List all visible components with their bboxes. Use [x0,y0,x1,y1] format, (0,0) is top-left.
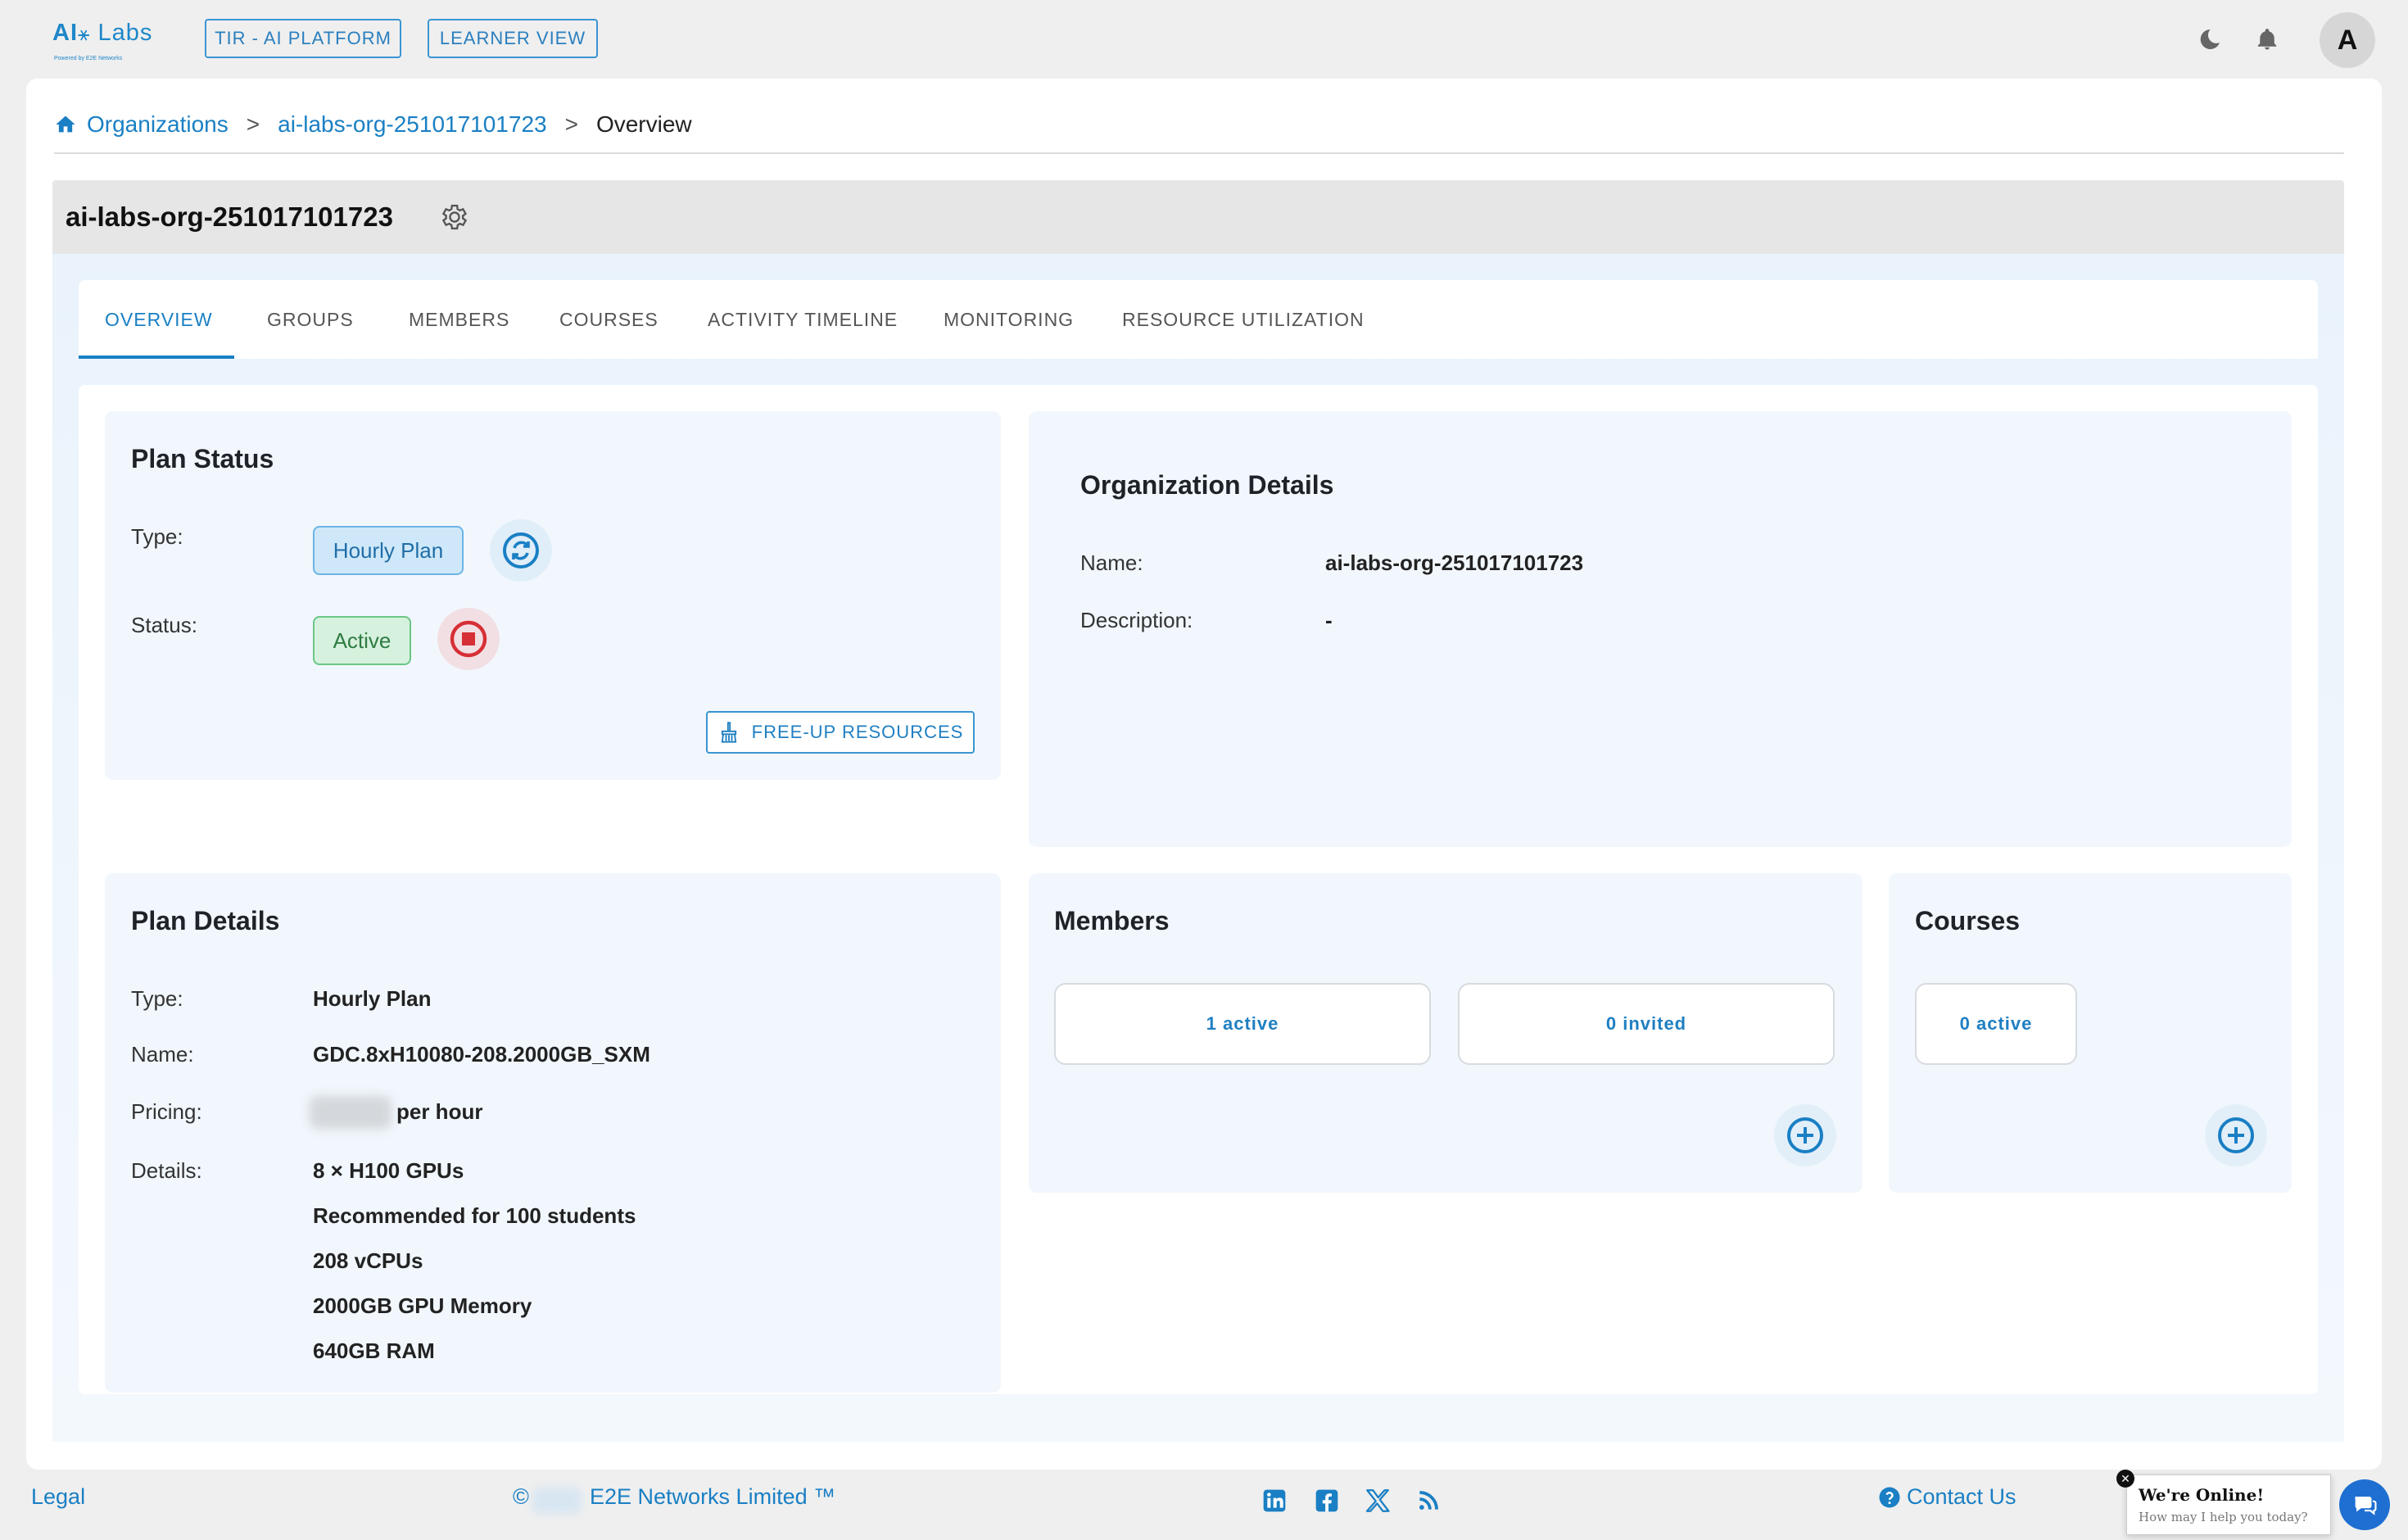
plan-details-card [105,873,1001,1393]
logo-text: Labs [97,20,153,46]
members-active-box[interactable]: 1 active [1054,983,1431,1065]
facebook-icon[interactable] [1312,1486,1342,1515]
free-up-resources-button[interactable]: FREE-UP RESOURCES [706,711,975,754]
add-member-button[interactable] [1774,1104,1836,1166]
plus-circle-icon [1787,1117,1823,1153]
moon-icon[interactable] [2193,23,2226,56]
org-name-value: ai-labs-org-251017101723 [1325,550,1584,575]
tab-activity-timeline[interactable]: ACTIVITY TIMELINE [708,280,898,359]
breadcrumb-org-link[interactable]: ai-labs-org-251017101723 [278,111,546,138]
chat-subtitle: How may I help you today? [2139,1510,2308,1524]
courses-title: Courses [1915,906,2021,935]
tab-members[interactable]: MEMBERS [409,280,509,359]
plus-circle-icon [2218,1117,2254,1153]
status-badge: Active [313,616,411,665]
org-description-label: Description: [1080,608,1193,632]
org-header: ai-labs-org-251017101723 [52,180,2344,254]
learner-view-button[interactable]: LEARNER VIEW [428,19,598,58]
breadcrumb-organizations-link[interactable]: Organizations [87,111,229,138]
plan-type-chip: Hourly Plan [313,526,464,575]
close-icon[interactable]: ✕ [2116,1470,2134,1488]
breadcrumb-divider [54,152,2344,154]
ai-labs-logo[interactable]: AI⚹ Labs Powered by E2E Networks [52,20,159,66]
chat-widget[interactable]: We're Online! How may I help you today? [2126,1474,2331,1535]
tab-bar: OVERVIEW GROUPS MEMBERS COURSES ACTIVITY… [79,280,2318,359]
bell-icon[interactable] [2251,23,2284,56]
tab-overview[interactable]: OVERVIEW [105,280,213,359]
plan-detail-item: 2000GB GPU Memory [313,1293,532,1318]
logo-mark: AI [52,20,78,46]
breadcrumb-current: Overview [595,111,692,137]
page-title: ai-labs-org-251017101723 [66,202,393,232]
chat-bubble-icon [2355,1497,2377,1515]
org-name-label: Name: [1080,550,1143,575]
plan-detail-item: 8 × H100 GPUs [313,1158,464,1183]
plan-details-name-label: Name: [131,1042,194,1067]
copyright-company: E2E Networks Limited ™ [590,1484,836,1509]
logo-spark-icon: ⚹ [78,23,91,45]
refresh-icon [503,532,539,568]
linkedin-icon[interactable] [1260,1486,1289,1515]
breadcrumb: Organizations > ai-labs-org-251017101723… [54,108,692,141]
legal-link[interactable]: Legal [31,1484,85,1510]
tir-platform-button[interactable]: TIR - AI PLATFORM [205,19,401,58]
top-bar: AI⚹ Labs Powered by E2E Networks TIR - A… [0,0,2408,79]
stop-icon [450,620,487,658]
contact-us-label: Contact Us [1907,1484,2016,1509]
rss-icon[interactable] [1414,1486,1443,1515]
contact-us-link[interactable]: Contact Us [1877,1484,2016,1510]
tab-resource-utilization[interactable]: RESOURCE UTILIZATION [1122,280,1365,359]
tab-groups[interactable]: GROUPS [267,280,354,359]
plan-status-title: Plan Status [131,444,274,473]
home-icon[interactable] [54,113,77,136]
breadcrumb-separator: > [564,111,578,137]
plan-details-title: Plan Details [131,906,280,935]
plan-details-type-label: Type: [131,986,183,1011]
plan-status-label: Status: [131,613,197,637]
free-up-resources-label: FREE-UP RESOURCES [751,722,964,742]
org-description-value: - [1325,608,1333,632]
members-title: Members [1054,906,1170,935]
plan-details-pricing-label: Pricing: [131,1099,202,1124]
plan-detail-item: Recommended for 100 students [313,1203,636,1228]
copyright-year-redacted [532,1488,582,1514]
avatar[interactable]: A [2320,12,2375,68]
courses-active-box[interactable]: 0 active [1915,983,2077,1065]
plan-detail-item: 640GB RAM [313,1338,435,1363]
tab-monitoring[interactable]: MONITORING [944,280,1074,359]
active-tab-indicator [79,356,234,359]
plan-details-details-label: Details: [131,1158,202,1183]
plan-detail-item: 208 vCPUs [313,1248,423,1273]
chat-open-button[interactable] [2339,1479,2390,1530]
pricing-amount-redacted [310,1096,392,1129]
plan-details-pricing-suffix: per hour [396,1099,483,1124]
stop-plan-button[interactable] [437,608,500,670]
copyright-symbol: © [513,1484,529,1509]
x-icon[interactable] [1363,1486,1392,1515]
members-invited-box[interactable]: 0 invited [1458,983,1835,1065]
organization-details-title: Organization Details [1080,470,1334,500]
broom-icon [721,722,736,743]
plan-details-name-value: GDC.8xH10080-208.2000GB_SXM [313,1042,650,1067]
breadcrumb-separator: > [246,111,260,137]
plan-type-label: Type: [131,524,183,549]
gear-icon[interactable] [439,202,470,233]
help-circle-icon [1879,1487,1900,1507]
logo-powered-by: Powered by E2E Networks [54,56,123,61]
plan-details-type-value: Hourly Plan [313,986,432,1011]
tab-courses[interactable]: COURSES [559,280,659,359]
add-course-button[interactable] [2205,1104,2267,1166]
chat-title: We're Online! [2139,1485,2265,1505]
switch-plan-button[interactable] [490,519,552,582]
